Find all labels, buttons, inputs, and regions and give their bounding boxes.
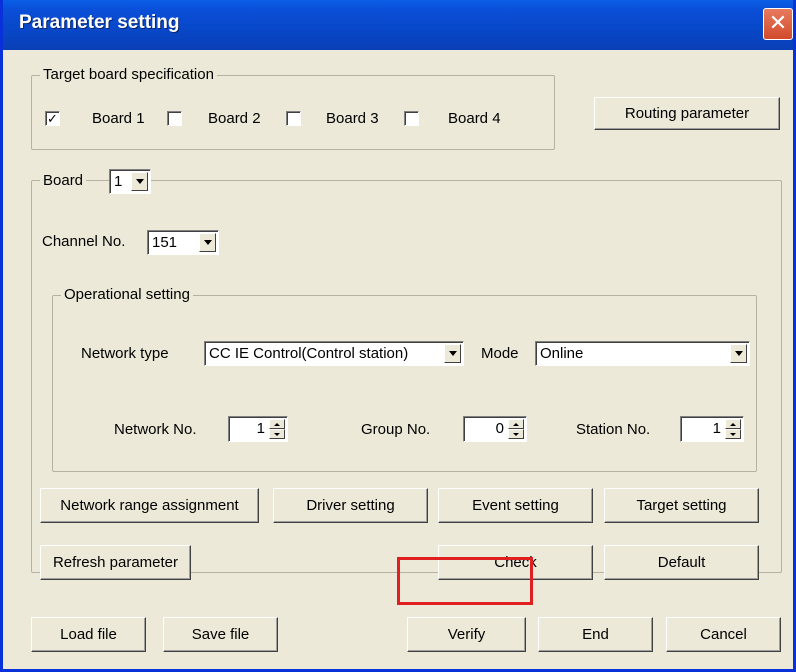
station-no-value: 1 bbox=[712, 420, 721, 437]
refresh-parameter-button[interactable]: Refresh parameter bbox=[40, 545, 191, 580]
group-no-stepper[interactable]: 0 bbox=[463, 416, 527, 442]
close-icon: ✕ bbox=[768, 10, 788, 35]
event-setting-button[interactable]: Event setting bbox=[438, 488, 593, 523]
operational-setting-legend: Operational setting bbox=[61, 286, 193, 304]
default-button[interactable]: Default bbox=[604, 545, 759, 580]
title-bar: Parameter setting ✕ bbox=[3, 0, 793, 50]
end-button[interactable]: End bbox=[538, 617, 653, 652]
group-no-label: Group No. bbox=[361, 421, 431, 438]
target-board-group: Target board specification ✓ Board 1 Boa… bbox=[31, 66, 555, 150]
mode-select[interactable]: Online bbox=[535, 341, 750, 366]
operational-setting-group: Operational setting Network type CC IE C… bbox=[52, 286, 757, 472]
load-file-button[interactable]: Load file bbox=[31, 617, 146, 652]
checkmark-icon: ✓ bbox=[47, 111, 58, 126]
network-no-value: 1 bbox=[256, 420, 265, 437]
cancel-button[interactable]: Cancel bbox=[666, 617, 781, 652]
verify-button[interactable]: Verify bbox=[407, 617, 526, 652]
network-type-value: CC IE Control(Control station) bbox=[209, 345, 409, 362]
spin-down-icon[interactable] bbox=[269, 429, 285, 439]
network-no-label: Network No. bbox=[114, 421, 197, 438]
chevron-down-icon[interactable] bbox=[199, 233, 216, 252]
board-2-checkbox[interactable] bbox=[167, 111, 182, 126]
board-legend: Board bbox=[40, 172, 87, 190]
target-setting-button[interactable]: Target setting bbox=[604, 488, 759, 523]
station-no-stepper[interactable]: 1 bbox=[680, 416, 744, 442]
board-2-label: Board 2 bbox=[208, 110, 261, 127]
network-range-assignment-button[interactable]: Network range assignment bbox=[40, 488, 259, 523]
board-3-checkbox[interactable] bbox=[286, 111, 301, 126]
spin-up-icon[interactable] bbox=[725, 419, 741, 429]
network-type-select[interactable]: CC IE Control(Control station) bbox=[204, 341, 464, 366]
channel-label: Channel No. bbox=[42, 233, 126, 250]
spin-down-icon[interactable] bbox=[508, 429, 524, 439]
board-3-label: Board 3 bbox=[326, 110, 379, 127]
board-1-label: Board 1 bbox=[92, 110, 145, 127]
channel-select-value: 151 bbox=[152, 234, 178, 251]
group-no-value: 0 bbox=[495, 420, 504, 437]
driver-setting-button[interactable]: Driver setting bbox=[273, 488, 428, 523]
chevron-down-icon[interactable] bbox=[444, 344, 461, 363]
chevron-down-icon[interactable] bbox=[131, 172, 148, 191]
spin-up-icon[interactable] bbox=[269, 419, 285, 429]
station-no-label: Station No. bbox=[576, 421, 651, 438]
mode-label: Mode bbox=[481, 345, 519, 362]
board-1-checkbox[interactable]: ✓ bbox=[45, 111, 60, 126]
board-select-value: 1 bbox=[114, 173, 123, 190]
board-4-label: Board 4 bbox=[448, 110, 501, 127]
mode-value: Online bbox=[540, 345, 584, 362]
channel-select[interactable]: 151 bbox=[147, 230, 219, 255]
chevron-down-icon[interactable] bbox=[730, 344, 747, 363]
spin-up-icon[interactable] bbox=[508, 419, 524, 429]
window-title: Parameter setting bbox=[19, 12, 180, 33]
close-button[interactable]: ✕ bbox=[763, 8, 793, 40]
target-board-legend: Target board specification bbox=[40, 66, 217, 84]
network-no-stepper[interactable]: 1 bbox=[228, 416, 288, 442]
save-file-button[interactable]: Save file bbox=[163, 617, 278, 652]
verify-highlight-box bbox=[397, 557, 533, 605]
board-4-checkbox[interactable] bbox=[404, 111, 419, 126]
spin-down-icon[interactable] bbox=[725, 429, 741, 439]
network-type-label: Network type bbox=[81, 345, 169, 362]
routing-parameter-button[interactable]: Routing parameter bbox=[594, 97, 780, 130]
board-select[interactable]: 1 bbox=[109, 169, 151, 194]
